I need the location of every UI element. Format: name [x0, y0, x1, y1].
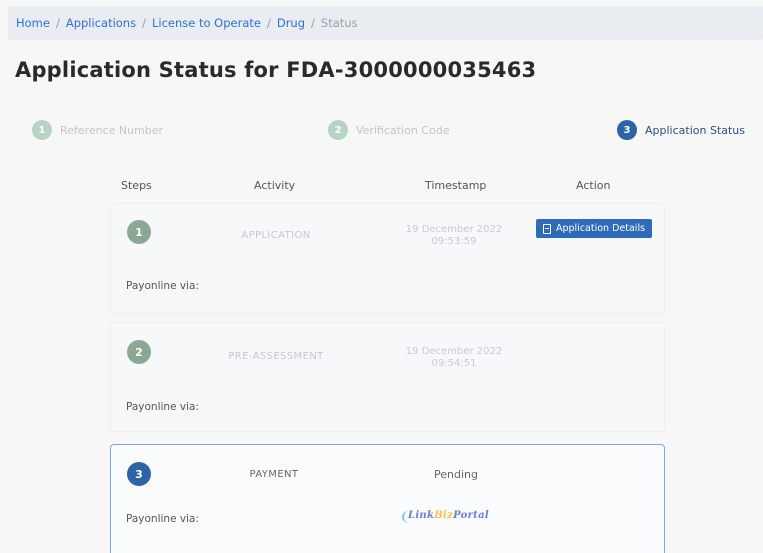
- timestamp-time: 09:53:59: [431, 236, 477, 247]
- breadcrumb: Home / Applications / License to Operate…: [8, 6, 763, 40]
- status-row-application: 1 APPLICATION 19 December 2022 09:53:59 …: [110, 203, 665, 314]
- row-activity: APPLICATION: [241, 230, 311, 241]
- row-step-number: 1: [127, 220, 151, 244]
- step-number-badge: 2: [328, 120, 348, 140]
- breadcrumb-drug-link[interactable]: Drug: [277, 16, 305, 30]
- logo-swoosh-icon: [402, 511, 416, 523]
- logo-text-portal: Portal: [453, 510, 489, 521]
- row-step-number: 3: [127, 462, 151, 486]
- timestamp-date: 19 December 2022: [405, 346, 503, 357]
- logo-text-biz: Biz: [434, 510, 454, 521]
- step-number-badge: 3: [617, 120, 637, 140]
- breadcrumb-separator: /: [311, 16, 315, 30]
- column-header-action: Action: [576, 179, 611, 192]
- breadcrumb-license-link[interactable]: License to Operate: [152, 16, 261, 30]
- row-step-number: 2: [127, 340, 151, 364]
- stepper-step-application-status: 3 Application Status: [617, 120, 745, 140]
- breadcrumb-separator: /: [55, 16, 60, 30]
- row-timestamp: 19 December 2022 09:54:51: [394, 346, 514, 370]
- column-header-activity: Activity: [254, 179, 296, 192]
- application-details-label: Application Details: [556, 223, 646, 234]
- step-label: Reference Number: [60, 123, 164, 137]
- row-timestamp: 19 December 2022 09:53:59: [394, 224, 514, 248]
- breadcrumb-separator: /: [266, 16, 271, 30]
- timestamp-time: 09:54:51: [431, 358, 477, 369]
- payonline-label: Payonline via:: [126, 513, 199, 525]
- breadcrumb-separator: /: [142, 16, 146, 30]
- application-details-button[interactable]: Application Details: [536, 219, 653, 238]
- page-title: Application Status for FDA-3000000035463: [15, 58, 537, 82]
- breadcrumb-home-link[interactable]: Home: [16, 16, 50, 30]
- row-status-pending: Pending: [434, 468, 478, 481]
- row-activity: PAYMENT: [249, 469, 299, 480]
- payonline-label: Payonline via:: [126, 280, 199, 292]
- document-icon: [543, 223, 551, 234]
- stepper-step-verification-code: 2 Verification Code: [328, 120, 449, 140]
- status-row-pre-assessment: 2 PRE-ASSESSMENT 19 December 2022 09:54:…: [110, 322, 665, 432]
- status-row-payment: 3 PAYMENT Pending Payonline via: LinkBiz…: [110, 444, 665, 553]
- step-number-badge: 1: [32, 120, 52, 140]
- breadcrumb-applications-link[interactable]: Applications: [66, 16, 136, 30]
- column-header-timestamp: Timestamp: [425, 179, 487, 192]
- step-label: Verification Code: [356, 123, 450, 137]
- progress-stepper: 1 Reference Number 2 Verification Code 3…: [0, 120, 763, 146]
- timestamp-date: 19 December 2022: [405, 224, 503, 235]
- column-header-steps: Steps: [121, 179, 152, 192]
- breadcrumb-current: Status: [320, 16, 358, 30]
- payonline-label: Payonline via:: [126, 401, 199, 413]
- linkbizportal-logo[interactable]: LinkBizPortal: [402, 510, 489, 523]
- row-activity: PRE-ASSESSMENT: [228, 351, 324, 362]
- step-label: Application Status: [645, 123, 746, 137]
- stepper-step-reference-number: 1 Reference Number: [32, 120, 163, 140]
